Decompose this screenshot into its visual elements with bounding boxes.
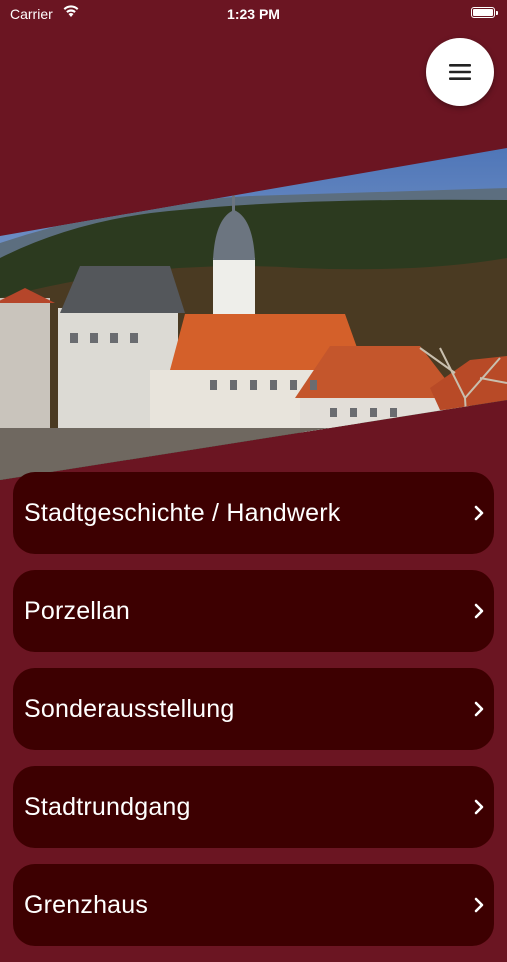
menu-item-sonderausstellung[interactable]: Sonderausstellung xyxy=(13,668,494,750)
clock: 1:23 PM xyxy=(227,6,280,22)
menu-list: Stadtgeschichte / Handwerk Porzellan Son… xyxy=(13,472,494,962)
hamburger-menu-icon xyxy=(449,64,471,80)
menu-item-porzellan[interactable]: Porzellan xyxy=(13,570,494,652)
status-bar: Carrier 1:23 PM xyxy=(0,0,507,28)
chevron-right-icon xyxy=(474,505,484,521)
menu-item-label: Stadtrundgang xyxy=(24,793,191,821)
menu-item-label: Sonderausstellung xyxy=(24,695,235,723)
menu-item-stadtgeschichte[interactable]: Stadtgeschichte / Handwerk xyxy=(13,472,494,554)
chevron-right-icon xyxy=(474,799,484,815)
menu-item-stadtrundgang[interactable]: Stadtrundgang xyxy=(13,766,494,848)
menu-button[interactable] xyxy=(426,38,494,106)
chevron-right-icon xyxy=(474,603,484,619)
menu-item-label: Stadtgeschichte / Handwerk xyxy=(24,499,341,527)
hero-image xyxy=(0,148,507,480)
battery-icon xyxy=(471,7,498,18)
menu-item-grenzhaus[interactable]: Grenzhaus xyxy=(13,864,494,946)
menu-item-label: Grenzhaus xyxy=(24,891,149,919)
menu-item-label: Porzellan xyxy=(24,597,131,625)
chevron-right-icon xyxy=(474,897,484,913)
chevron-right-icon xyxy=(474,701,484,717)
